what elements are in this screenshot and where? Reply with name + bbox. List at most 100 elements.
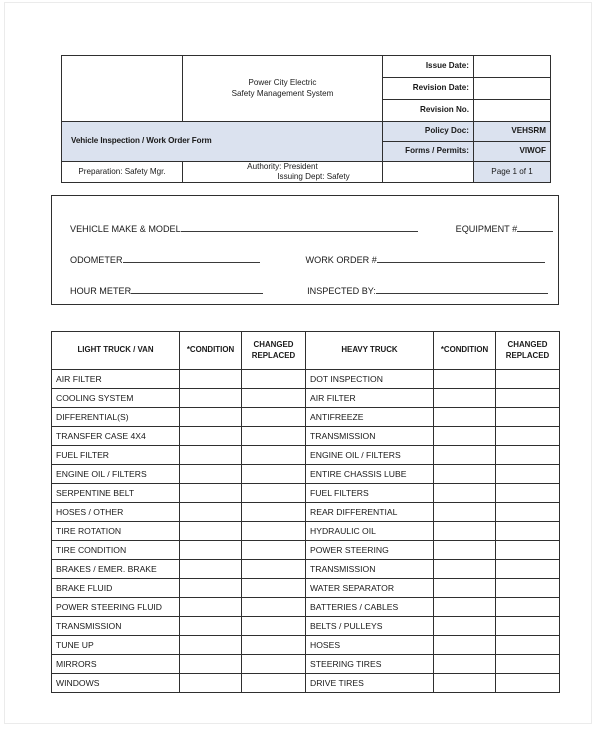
heavy-truck-changed-replaced-cell[interactable]: [495, 654, 560, 674]
heavy-truck-condition-cell[interactable]: [433, 483, 496, 503]
heavy-truck-changed-replaced-cell[interactable]: [495, 635, 560, 655]
light-truck-changed-replaced-cell[interactable]: [241, 559, 306, 579]
heavy-truck-condition-cell[interactable]: [433, 388, 496, 408]
make-model-field: VEHICLE MAKE & MODEL: [70, 221, 418, 234]
light-truck-changed-replaced-cell[interactable]: [241, 616, 306, 636]
hour-meter-input[interactable]: [131, 283, 264, 294]
light-truck-condition-cell[interactable]: [179, 597, 242, 617]
light-truck-condition-cell[interactable]: [179, 426, 242, 446]
light-truck-condition-cell[interactable]: [179, 521, 242, 541]
heavy-truck-changed-replaced-cell[interactable]: [495, 502, 560, 522]
heavy-truck-condition-cell[interactable]: [433, 426, 496, 446]
logo-cell: [61, 55, 183, 122]
hour-meter-field: HOUR METER: [70, 283, 264, 296]
heavy-truck-changed-replaced-cell[interactable]: [495, 407, 560, 427]
table-row: TUNE UP HOSES: [51, 635, 560, 655]
heavy-truck-condition-cell[interactable]: [433, 464, 496, 484]
heavy-truck-condition-cell[interactable]: [433, 597, 496, 617]
heavy-truck-condition-cell[interactable]: [433, 502, 496, 522]
heavy-truck-changed-replaced-cell[interactable]: [495, 616, 560, 636]
light-truck-changed-replaced-cell[interactable]: [241, 540, 306, 560]
heavy-truck-changed-replaced-cell[interactable]: [495, 521, 560, 541]
make-model-label: VEHICLE MAKE & MODEL: [70, 223, 181, 234]
heavy-truck-item: ENGINE OIL / FILTERS: [305, 445, 434, 465]
heavy-truck-condition-cell[interactable]: [433, 521, 496, 541]
light-truck-condition-cell[interactable]: [179, 445, 242, 465]
light-truck-changed-replaced-cell[interactable]: [241, 445, 306, 465]
light-truck-item: SERPENTINE BELT: [51, 483, 180, 503]
light-truck-changed-replaced-cell[interactable]: [241, 388, 306, 408]
heavy-truck-changed-replaced-cell[interactable]: [495, 578, 560, 598]
heavy-truck-changed-replaced-cell[interactable]: [495, 388, 560, 408]
heavy-truck-changed-replaced-cell[interactable]: [495, 464, 560, 484]
revision-date-value[interactable]: [473, 77, 551, 100]
heavy-truck-condition-cell[interactable]: [433, 369, 496, 389]
heavy-truck-condition-cell[interactable]: [433, 578, 496, 598]
light-truck-changed-replaced-cell[interactable]: [241, 464, 306, 484]
light-truck-changed-replaced-cell[interactable]: [241, 426, 306, 446]
light-truck-condition-cell[interactable]: [179, 540, 242, 560]
light-truck-condition-cell[interactable]: [179, 673, 242, 693]
heavy-truck-changed-replaced-cell[interactable]: [495, 559, 560, 579]
light-truck-condition-cell[interactable]: [179, 483, 242, 503]
light-truck-condition-cell[interactable]: [179, 388, 242, 408]
make-model-input[interactable]: [180, 221, 418, 232]
light-truck-item: FUEL FILTER: [51, 445, 180, 465]
light-truck-condition-cell[interactable]: [179, 578, 242, 598]
document-header-table: Power City Electric Safety Management Sy…: [61, 55, 551, 184]
light-truck-condition-cell[interactable]: [179, 464, 242, 484]
light-truck-changed-replaced-cell[interactable]: [241, 407, 306, 427]
issue-date-value[interactable]: [473, 55, 551, 78]
light-truck-condition-cell[interactable]: [179, 654, 242, 674]
inspection-table-body: AIR FILTER DOT INSPECTION COOLING SYSTEM AI…: [51, 369, 560, 693]
work-order-label: WORK ORDER #: [305, 254, 377, 265]
heavy-truck-condition-cell[interactable]: [433, 559, 496, 579]
light-truck-condition-cell[interactable]: [179, 369, 242, 389]
heavy-truck-condition-cell[interactable]: [433, 407, 496, 427]
heavy-truck-condition-cell[interactable]: [433, 673, 496, 693]
heavy-truck-changed-replaced-cell[interactable]: [495, 426, 560, 446]
changed-line-1: CHANGED: [507, 340, 548, 350]
light-truck-changed-replaced-cell[interactable]: [241, 521, 306, 541]
heavy-truck-changed-replaced-cell[interactable]: [495, 540, 560, 560]
table-row: BRAKES / EMER. BRAKE TRANSMISSION: [51, 559, 560, 579]
light-truck-changed-replaced-cell[interactable]: [241, 597, 306, 617]
light-truck-changed-replaced-cell[interactable]: [241, 654, 306, 674]
light-truck-changed-replaced-cell[interactable]: [241, 369, 306, 389]
column-header-condition-left: *CONDITION: [179, 331, 242, 370]
light-truck-condition-cell[interactable]: [179, 616, 242, 636]
heavy-truck-changed-replaced-cell[interactable]: [495, 483, 560, 503]
heavy-truck-condition-cell[interactable]: [433, 635, 496, 655]
light-truck-condition-cell[interactable]: [179, 502, 242, 522]
heavy-truck-condition-cell[interactable]: [433, 616, 496, 636]
company-name-cell: Power City Electric Safety Management Sy…: [182, 55, 383, 122]
equipment-input[interactable]: [517, 221, 554, 232]
heavy-truck-changed-replaced-cell[interactable]: [495, 445, 560, 465]
heavy-truck-changed-replaced-cell[interactable]: [495, 597, 560, 617]
heavy-truck-condition-cell[interactable]: [433, 654, 496, 674]
light-truck-changed-replaced-cell[interactable]: [241, 483, 306, 503]
inspected-by-input[interactable]: [375, 283, 548, 294]
light-truck-condition-cell[interactable]: [179, 635, 242, 655]
light-truck-condition-cell[interactable]: [179, 559, 242, 579]
heavy-truck-item: ENTIRE CHASSIS LUBE: [305, 464, 434, 484]
table-row: BRAKE FLUID WATER SEPARATOR: [51, 578, 560, 598]
odometer-input[interactable]: [122, 252, 260, 263]
light-truck-changed-replaced-cell[interactable]: [241, 502, 306, 522]
revision-no-value[interactable]: [473, 99, 551, 122]
issuing-dept-label: Issuing Dept: Safety: [277, 172, 350, 182]
authority-label: Authority: President: [247, 162, 318, 171]
revision-no-label: Revision No.: [382, 99, 474, 122]
light-truck-changed-replaced-cell[interactable]: [241, 635, 306, 655]
heavy-truck-condition-cell[interactable]: [433, 445, 496, 465]
heavy-truck-condition-cell[interactable]: [433, 540, 496, 560]
heavy-truck-changed-replaced-cell[interactable]: [495, 369, 560, 389]
page-number-cell: Page 1 of 1: [473, 160, 551, 184]
inspection-table-header-row: LIGHT TRUCK / VAN *CONDITION CHANGED REP…: [51, 331, 560, 370]
heavy-truck-changed-replaced-cell[interactable]: [495, 673, 560, 693]
heavy-truck-item: BATTERIES / CABLES: [305, 597, 434, 617]
light-truck-changed-replaced-cell[interactable]: [241, 673, 306, 693]
light-truck-condition-cell[interactable]: [179, 407, 242, 427]
work-order-input[interactable]: [376, 252, 545, 263]
light-truck-changed-replaced-cell[interactable]: [241, 578, 306, 598]
